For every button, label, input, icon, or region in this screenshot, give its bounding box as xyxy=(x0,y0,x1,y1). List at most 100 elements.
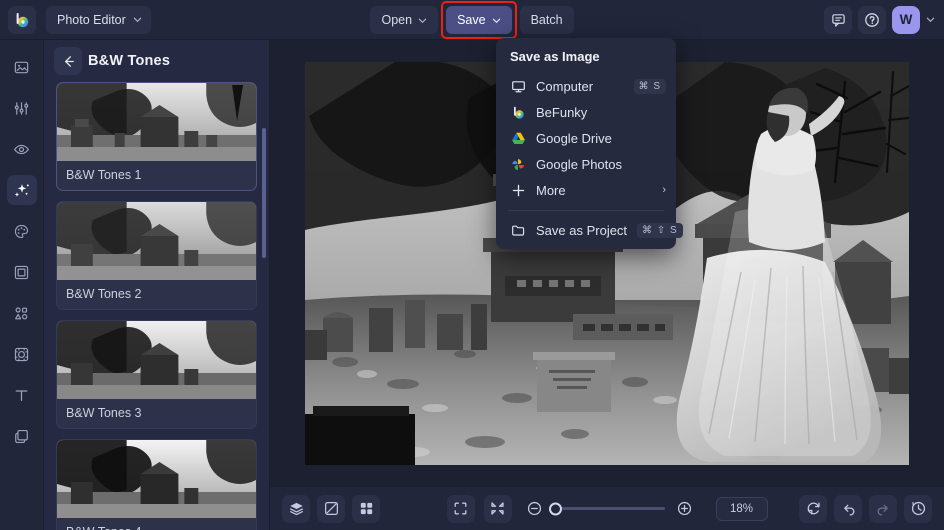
open-label: Open xyxy=(381,13,413,27)
menu-item-label: Computer xyxy=(536,78,594,94)
befunky-logo-icon[interactable] xyxy=(8,5,36,34)
minus-circle-icon[interactable] xyxy=(521,495,549,523)
redo-icon[interactable] xyxy=(869,494,897,523)
list-item-label: B&W Tones 4 xyxy=(57,518,256,530)
menu-item-more[interactable]: More › xyxy=(496,177,676,203)
chevron-down-icon xyxy=(418,18,427,23)
menu-item-google-photos[interactable]: Google Photos xyxy=(496,151,676,177)
menu-item-label: More xyxy=(536,182,566,198)
image-icon xyxy=(14,61,29,73)
google-photos-icon xyxy=(510,156,526,172)
rail-item-layers[interactable] xyxy=(7,421,37,451)
tool-rail xyxy=(0,40,44,530)
rail-item-effects[interactable] xyxy=(6,175,37,205)
save-button[interactable]: Save xyxy=(446,6,512,34)
zoom-slider-group xyxy=(521,495,699,523)
bottom-toolbar: 18% xyxy=(270,486,944,530)
effects-panel: B&W Tones B&W Tones 1 B&W Tones 2 B&W To… xyxy=(44,40,270,530)
effect-thumbnail xyxy=(57,83,256,161)
plus-icon xyxy=(510,182,526,198)
bottom-toolbar-right xyxy=(799,494,932,523)
avatar-initial: W xyxy=(899,12,913,27)
zoom-level-value[interactable]: 18% xyxy=(715,496,768,521)
zoom-slider[interactable] xyxy=(548,502,665,515)
monitor-icon xyxy=(510,78,526,94)
arrow-left-icon[interactable] xyxy=(54,47,82,75)
history-icon[interactable] xyxy=(904,494,932,523)
rail-item-artsy[interactable] xyxy=(7,216,37,246)
batch-button[interactable]: Batch xyxy=(519,6,574,34)
account-menu-toggle[interactable] xyxy=(926,15,936,24)
list-item-label: B&W Tones 3 xyxy=(66,406,142,420)
rail-item-retouch[interactable] xyxy=(7,134,37,164)
rail-item-overlays[interactable] xyxy=(7,339,37,369)
frame-icon xyxy=(14,265,29,279)
app-mode-label: Photo Editor xyxy=(57,12,126,27)
panel-header: B&W Tones xyxy=(44,40,269,82)
sparkles-icon xyxy=(14,184,29,197)
panel-scrollbar-thumb[interactable] xyxy=(262,128,266,258)
menu-divider xyxy=(508,210,664,211)
list-item-label: B&W Tones 2 xyxy=(66,287,142,301)
list-item[interactable]: B&W Tones 4 xyxy=(56,439,257,530)
menu-item-google-drive[interactable]: Google Drive xyxy=(496,125,676,151)
effects-list[interactable]: B&W Tones 1 B&W Tones 2 B&W Tones 3 xyxy=(44,82,269,530)
effect-thumbnail xyxy=(57,202,256,280)
reset-icon[interactable] xyxy=(799,494,827,523)
collapse-icon[interactable] xyxy=(483,494,512,523)
eye-icon xyxy=(14,144,29,154)
chat-bubble-icon[interactable] xyxy=(824,5,852,34)
effect-thumbnail xyxy=(57,321,256,399)
list-item[interactable]: B&W Tones 2 xyxy=(56,201,257,310)
grid-icon[interactable] xyxy=(352,494,380,523)
menu-item-label: BeFunky xyxy=(536,104,588,120)
app-mode-select[interactable]: Photo Editor xyxy=(46,5,151,34)
top-toolbar: Photo Editor Open Save Batch W xyxy=(0,0,944,40)
text-icon xyxy=(15,389,28,401)
effect-thumbnail xyxy=(57,440,256,518)
save-menu-heading: Save as Image xyxy=(510,49,600,64)
question-circle-icon[interactable] xyxy=(858,5,886,34)
overlay-icon xyxy=(14,347,29,361)
menu-item-label: Google Photos xyxy=(536,156,623,172)
menu-item-computer[interactable]: Computer ⌘ S xyxy=(496,73,676,99)
chevron-right-icon: › xyxy=(662,184,666,196)
menu-item-save-as-project[interactable]: Save as Project ⌘ ⇧ S xyxy=(496,217,683,243)
menu-item-label: Google Drive xyxy=(536,130,612,146)
open-button[interactable]: Open xyxy=(370,6,439,34)
shortcut-badge: ⌘ ⇧ S xyxy=(637,222,683,238)
palette-icon xyxy=(14,224,29,238)
save-label: Save xyxy=(457,13,486,27)
app-root: Photo Editor Open Save Batch W B&W Tones… xyxy=(0,0,944,530)
rail-item-frames[interactable] xyxy=(7,257,37,287)
shortcut-badge: ⌘ S xyxy=(633,78,666,94)
compare-icon[interactable] xyxy=(317,494,345,523)
menu-item-befunky[interactable]: BeFunky xyxy=(496,99,676,125)
save-dropdown-menu: Save as Image Computer ⌘ S BeFunky Googl… xyxy=(496,38,683,249)
google-drive-icon xyxy=(510,130,526,146)
sliders-icon xyxy=(14,101,29,115)
bottom-toolbar-left xyxy=(282,494,380,523)
page-title: B&W Tones xyxy=(88,53,171,69)
fit-screen-icon[interactable] xyxy=(446,494,475,523)
save-button-wrapper: Save xyxy=(441,1,517,39)
chevron-down-icon xyxy=(133,17,142,23)
shapes-icon xyxy=(15,306,28,319)
menu-item-label: Save as Project xyxy=(536,222,628,238)
plus-circle-icon[interactable] xyxy=(671,495,699,523)
undo-icon[interactable] xyxy=(834,494,862,523)
layers-stack-icon[interactable] xyxy=(282,494,310,523)
avatar[interactable]: W xyxy=(892,5,920,34)
folder-icon xyxy=(510,222,526,238)
befunky-logo-icon xyxy=(510,104,526,120)
zoom-slider-knob[interactable] xyxy=(548,502,562,515)
rail-item-graphics[interactable] xyxy=(7,298,37,328)
rail-item-edit[interactable] xyxy=(7,93,37,123)
rail-item-text[interactable] xyxy=(7,380,37,410)
top-toolbar-right: W xyxy=(824,5,944,34)
list-item[interactable]: B&W Tones 3 xyxy=(56,320,257,429)
list-item-label: B&W Tones 1 xyxy=(66,168,142,182)
list-item[interactable]: B&W Tones 1 xyxy=(56,82,257,191)
chevron-down-icon xyxy=(492,18,500,23)
rail-item-image[interactable] xyxy=(7,52,37,82)
